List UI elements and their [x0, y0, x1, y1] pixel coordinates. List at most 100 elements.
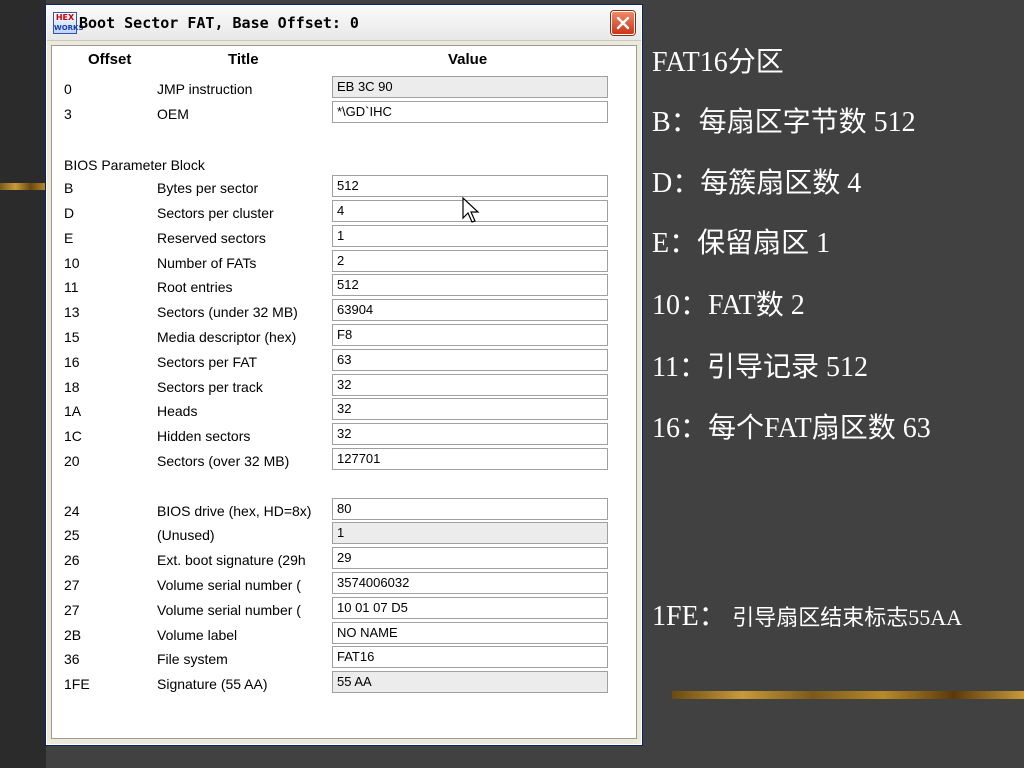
row-offset: 1FE [64, 676, 90, 693]
note-text: 引导扇区结束标志55AA [726, 605, 962, 630]
row-offset: D [64, 204, 75, 221]
table-row: 2B Volume label NO NAME [52, 621, 636, 646]
bottom-decor-bar [672, 691, 1024, 699]
row-title: Ext. boot signature (29h [157, 552, 306, 569]
row-offset: 27 [64, 601, 80, 618]
row-title: Media descriptor (hex) [157, 328, 297, 345]
row-offset: 3 [64, 105, 72, 122]
row-title: Bytes per sector [157, 180, 259, 197]
row-offset: B [64, 180, 74, 197]
table-row: 27 Volume serial number (3574006032 [52, 571, 636, 596]
value-field[interactable]: 512 [332, 175, 608, 198]
note-line: 10：FAT数 2 [652, 290, 805, 321]
note-line: E：保留扇区 1 [652, 228, 831, 259]
table-row: 20 Sectors (over 32 MB) 127701 [52, 447, 636, 472]
table-row: 24 BIOS drive (hex, HD=8x) 80 [52, 497, 636, 522]
mouse-cursor-icon [462, 197, 480, 223]
row-title: BIOS drive (hex, HD=8x) [157, 502, 312, 519]
table-row: 0 JMP instruction EB 3C 90 [52, 75, 636, 100]
row-title: Reserved sectors [157, 229, 266, 246]
table-row: 18 Sectors per track 32 [52, 373, 636, 398]
row-title: Heads [157, 403, 198, 420]
value-field[interactable]: 512 [332, 274, 608, 297]
value-field[interactable]: 2 [332, 249, 608, 272]
table-row: 1FE Signature (55 AA) 55 AA [52, 670, 636, 695]
row-offset: 24 [64, 502, 80, 519]
table-row: 26 Ext. boot signature (29h 29 [52, 546, 636, 571]
row-offset: 1A [64, 403, 82, 420]
row-offset: 18 [64, 378, 80, 395]
row-title: Hidden sectors [157, 428, 251, 445]
row-title: Sectors per cluster [157, 204, 274, 221]
value-field[interactable]: EB 3C 90 [332, 76, 608, 98]
window-title: Boot Sector FAT, Base Offset: 0 [79, 14, 359, 32]
note-line: D：每簇扇区数 4 [652, 168, 862, 199]
table-row: 10 Number of FATs 2 [52, 249, 636, 274]
value-field[interactable]: 63904 [332, 299, 608, 322]
close-icon [616, 16, 630, 30]
value-field[interactable]: 32 [332, 398, 608, 421]
row-offset: E [64, 229, 74, 246]
boot-sector-dialog: HEX WORKS Boot Sector FAT, Base Offset: … [45, 4, 643, 746]
table-row: 3 OEM *\GD`IHC [52, 100, 636, 125]
note-line: 16：每个FAT扇区数 63 [652, 413, 931, 444]
row-title: Volume serial number ( [157, 601, 301, 618]
row-title: JMP instruction [157, 81, 253, 97]
app-icon-text-top: HEX [55, 13, 75, 22]
column-header-title: Title [228, 51, 259, 68]
row-offset: 36 [64, 651, 80, 668]
row-offset: 15 [64, 328, 80, 345]
value-field[interactable]: 1 [332, 522, 608, 545]
title-bar[interactable]: HEX WORKS Boot Sector FAT, Base Offset: … [47, 6, 641, 41]
value-field[interactable]: 29 [332, 547, 608, 570]
fields-panel: Offset Title Value 0 JMP instruction EB … [51, 45, 637, 739]
table-row: E Reserved sectors 1 [52, 224, 636, 249]
row-title: Sectors per track [157, 378, 263, 395]
row-title: Signature (55 AA) [157, 676, 268, 693]
close-button[interactable] [611, 11, 635, 35]
row-title: Number of FATs [157, 254, 257, 271]
value-field[interactable]: NO NAME [332, 621, 608, 644]
table-row: 11 Root entries 512 [52, 273, 636, 298]
value-field[interactable]: 127701 [332, 447, 608, 470]
row-offset: 26 [64, 552, 80, 569]
row-offset: 0 [64, 81, 72, 97]
row-offset: 1C [64, 428, 82, 445]
table-row: 36 File system FAT16 [52, 645, 636, 670]
value-field[interactable]: FAT16 [332, 646, 608, 669]
value-field[interactable]: 32 [332, 423, 608, 446]
row-title: Volume serial number ( [157, 576, 301, 593]
table-row: 16 Sectors per FAT 63 [52, 348, 636, 373]
table-row: 25 (Unused) 1 [52, 521, 636, 546]
row-title: File system [157, 651, 228, 668]
value-field[interactable]: F8 [332, 323, 608, 346]
row-offset: 10 [64, 254, 80, 271]
row-offset: 2B [64, 626, 82, 643]
column-header-offset: Offset [88, 51, 132, 68]
table-row: 1A Heads 32 [52, 397, 636, 422]
spacer-row [52, 125, 636, 150]
value-field[interactable]: 32 [332, 373, 608, 396]
note-line: 11：引导记录 512 [652, 352, 868, 383]
value-field[interactable]: 3574006032 [332, 571, 608, 594]
value-field[interactable]: 1 [332, 224, 608, 247]
table-row: 27 Volume serial number ( 10 01 07 D5 [52, 596, 636, 621]
row-title: Sectors (under 32 MB) [157, 304, 298, 321]
row-title: Sectors per FAT [157, 353, 258, 370]
row-title: Volume label [157, 626, 238, 643]
left-decor-bar [0, 183, 46, 190]
table-row: B Bytes per sector 512 [52, 174, 636, 199]
left-decor-strip [0, 0, 46, 768]
row-offset: 25 [64, 527, 80, 544]
value-field[interactable]: 10 01 07 D5 [332, 596, 608, 619]
value-field[interactable]: 80 [332, 497, 608, 520]
fields-list: 0 JMP instruction EB 3C 90 3 OEM *\GD`IH… [52, 75, 636, 695]
value-field[interactable]: *\GD`IHC [332, 100, 608, 123]
value-field[interactable]: 63 [332, 348, 608, 371]
row-title: Root entries [157, 279, 233, 296]
section-label: BIOS Parameter Block [64, 157, 205, 174]
row-offset: 20 [64, 452, 80, 469]
section-row: BIOS Parameter Block [52, 149, 636, 174]
column-header-value: Value [448, 51, 488, 68]
value-field[interactable]: 55 AA [332, 671, 608, 694]
